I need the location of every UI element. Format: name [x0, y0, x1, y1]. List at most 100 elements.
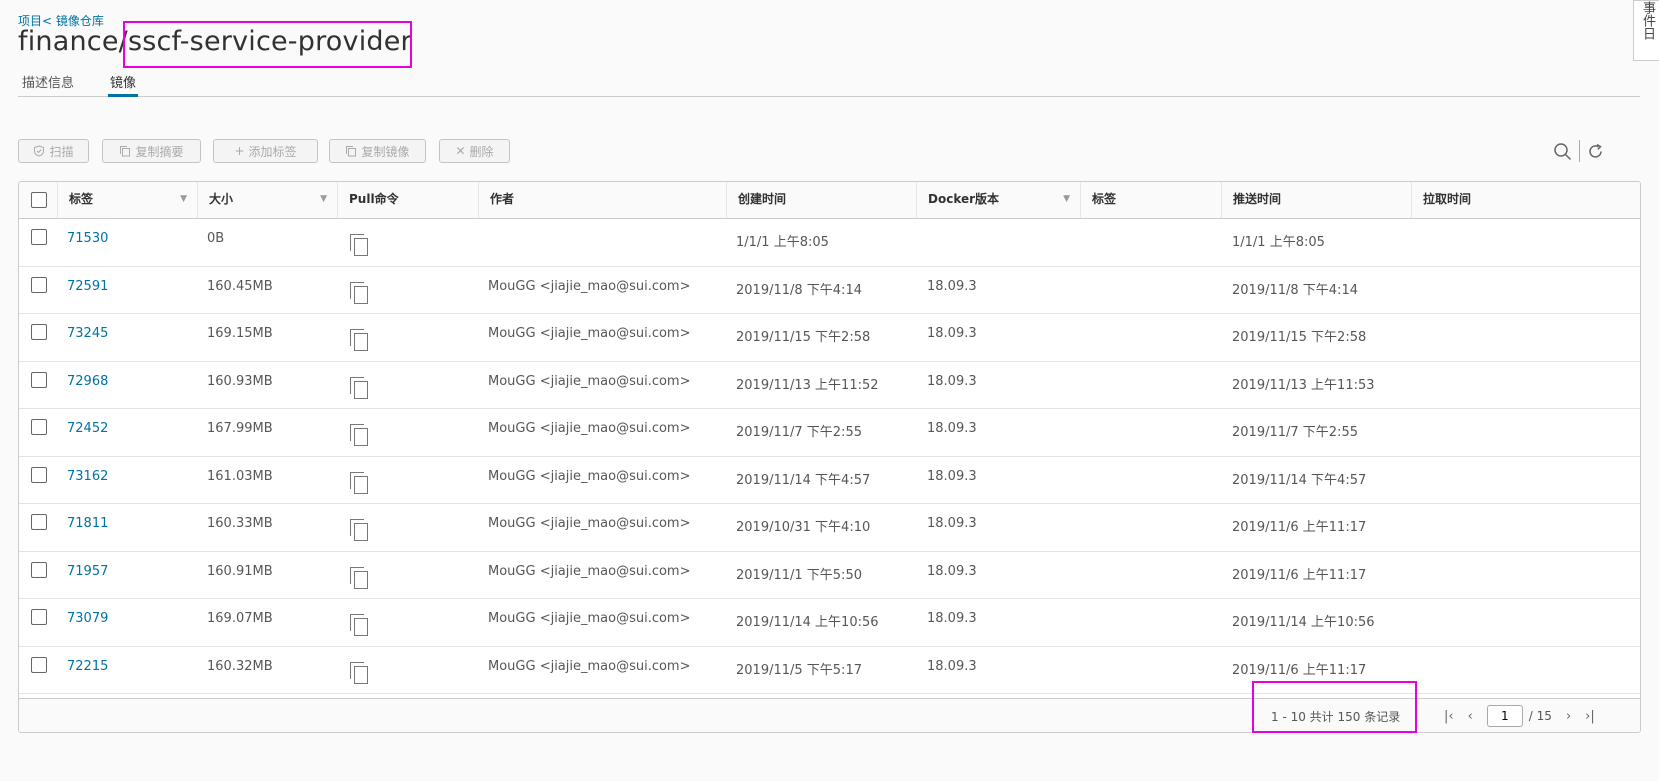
author-cell: MouGG <jiajie_mao@sui.com> [488, 611, 691, 626]
tab-bar: 描述信息 镜像 [18, 72, 1640, 97]
docker-version-cell: 18.09.3 [927, 373, 977, 389]
copy-pull-command-icon[interactable] [350, 234, 370, 256]
tag-link[interactable]: 72968 [67, 374, 108, 389]
row-checkbox[interactable] [31, 371, 47, 388]
copy-pull-command-icon[interactable] [350, 614, 370, 636]
tag-link[interactable]: 72591 [67, 279, 108, 294]
plus-icon: + [234, 144, 245, 158]
table-row: 71530 0B 1/1/1 上午8:05 1/1/1 上午8:05 [19, 219, 1640, 267]
docker-version-cell: 18.09.3 [927, 611, 977, 626]
scan-button[interactable]: 扫描 [18, 139, 89, 163]
pushed-cell: 2019/11/14 上午10:56 [1232, 615, 1375, 630]
next-page-icon[interactable]: › [1566, 709, 1571, 724]
table-header: 标签 ▼ 大小 ▼ Pull命令 作者 创建时间 Docker版本 ▼ 标签 推送时间… [19, 182, 1640, 219]
copy-image-button[interactable]: 复制镜像 [329, 139, 426, 163]
created-cell: 2019/11/14 上午10:56 [736, 615, 879, 630]
copy-pull-command-icon[interactable] [350, 281, 370, 304]
delete-button[interactable]: ✕ 删除 [439, 139, 510, 163]
filter-icon[interactable]: ▼ [1063, 182, 1070, 216]
docker-version-cell: 18.09.3 [927, 421, 977, 436]
page-number-input[interactable] [1486, 705, 1523, 727]
filter-icon[interactable]: ▼ [180, 182, 187, 216]
row-checkbox[interactable] [31, 514, 47, 530]
docker-version-cell: 18.09.3 [927, 516, 977, 531]
column-header-docker[interactable]: Docker版本 ▼ [916, 182, 1080, 218]
first-page-icon[interactable]: |‹ [1444, 709, 1454, 724]
scan-label: 扫描 [49, 144, 74, 159]
docker-version-cell: 18.09.3 [927, 563, 977, 579]
delete-label: 删除 [469, 144, 494, 159]
created-cell: 2019/11/13 上午11:52 [736, 377, 879, 393]
copy-pull-command-icon[interactable] [350, 424, 370, 446]
title-prefix: finance/ [18, 26, 128, 57]
created-cell: 2019/11/1 下午5:50 [736, 567, 862, 583]
row-checkbox[interactable] [31, 656, 47, 673]
tag-link[interactable]: 73079 [67, 611, 108, 626]
column-header-tag[interactable]: 标签 ▼ [57, 182, 197, 218]
author-cell: MouGG <jiajie_mao@sui.com> [488, 326, 691, 341]
copy-digest-label: 复制摘要 [135, 144, 184, 159]
total-pages: / 15 [1528, 709, 1552, 723]
right-tools [1553, 139, 1604, 163]
event-log-side-tab[interactable]: 事件日 [1633, 0, 1659, 61]
previous-page-icon[interactable]: ‹ [1468, 709, 1473, 724]
tag-link[interactable]: 72215 [67, 659, 108, 674]
tab-info[interactable]: 描述信息 [20, 72, 76, 97]
created-cell: 1/1/1 上午8:05 [736, 235, 829, 250]
author-cell: MouGG <jiajie_mao@sui.com> [488, 278, 691, 294]
add-label-button[interactable]: + 添加标签 [213, 139, 318, 163]
column-header-labels: 标签 [1080, 182, 1221, 218]
tag-link[interactable]: 73162 [67, 469, 108, 484]
row-checkbox[interactable] [31, 324, 47, 340]
table-row: 72452 167.99MB MouGG <jiajie_mao@sui.com… [19, 409, 1640, 457]
pushed-cell: 2019/11/13 上午11:53 [1232, 377, 1375, 393]
table-row: 73079 169.07MB MouGG <jiajie_mao@sui.com… [19, 599, 1640, 647]
row-checkbox[interactable] [31, 609, 47, 625]
tag-link[interactable]: 71811 [67, 516, 108, 531]
tab-images[interactable]: 镜像 [108, 72, 139, 97]
select-all-checkbox[interactable] [31, 192, 47, 208]
docker-version-cell: 18.09.3 [927, 326, 977, 341]
created-cell: 2019/11/7 下午2:55 [736, 425, 862, 440]
copy-pull-command-icon[interactable] [350, 519, 370, 541]
copy-digest-button[interactable]: 复制摘要 [102, 139, 201, 163]
filter-icon[interactable]: ▼ [320, 182, 327, 216]
size-cell: 169.15MB [207, 326, 273, 341]
refresh-icon[interactable] [1587, 143, 1604, 160]
tag-link[interactable]: 72452 [67, 421, 108, 436]
row-checkbox[interactable] [31, 466, 47, 483]
copy-pull-command-icon[interactable] [350, 566, 370, 589]
last-page-icon[interactable]: ›| [1585, 709, 1595, 724]
copy-pull-command-icon[interactable] [350, 329, 370, 351]
size-cell: 161.03MB [207, 468, 273, 484]
column-header-size[interactable]: 大小 ▼ [197, 182, 337, 218]
title-highlight-box [123, 21, 412, 68]
copy-icon [120, 146, 131, 157]
summary-highlight-box [1252, 681, 1417, 733]
created-cell: 2019/11/14 下午4:57 [736, 472, 871, 488]
tag-link[interactable]: 73245 [67, 326, 108, 341]
row-checkbox[interactable] [31, 419, 47, 435]
author-cell: MouGG <jiajie_mao@sui.com> [488, 468, 691, 484]
row-checkbox[interactable] [31, 276, 47, 293]
copy-pull-command-icon[interactable] [350, 661, 370, 684]
size-cell: 160.45MB [207, 278, 273, 294]
tag-link[interactable]: 71530 [67, 231, 108, 246]
copy-image-label: 复制镜像 [361, 144, 410, 159]
tag-link[interactable]: 71957 [67, 564, 108, 579]
shield-icon [34, 145, 45, 157]
pushed-cell: 2019/11/6 上午11:17 [1232, 520, 1367, 535]
created-cell: 2019/11/15 下午2:58 [736, 330, 871, 345]
image-table: 标签 ▼ 大小 ▼ Pull命令 作者 创建时间 Docker版本 ▼ 标签 推送时间… [18, 181, 1641, 733]
row-checkbox[interactable] [31, 229, 47, 245]
copy-pull-command-icon[interactable] [350, 471, 370, 494]
search-icon[interactable] [1553, 142, 1572, 161]
author-cell: MouGG <jiajie_mao@sui.com> [488, 658, 691, 674]
pushed-cell: 2019/11/7 下午2:55 [1232, 425, 1358, 440]
copy-pull-command-icon[interactable] [350, 376, 370, 399]
row-checkbox[interactable] [31, 561, 47, 578]
add-label-label: 添加标签 [248, 144, 297, 159]
table-row: 71811 160.33MB MouGG <jiajie_mao@sui.com… [19, 504, 1640, 552]
pushed-cell: 2019/11/14 下午4:57 [1232, 472, 1367, 488]
table-body: 71530 0B 1/1/1 上午8:05 1/1/1 上午8:05 72591… [19, 219, 1640, 694]
